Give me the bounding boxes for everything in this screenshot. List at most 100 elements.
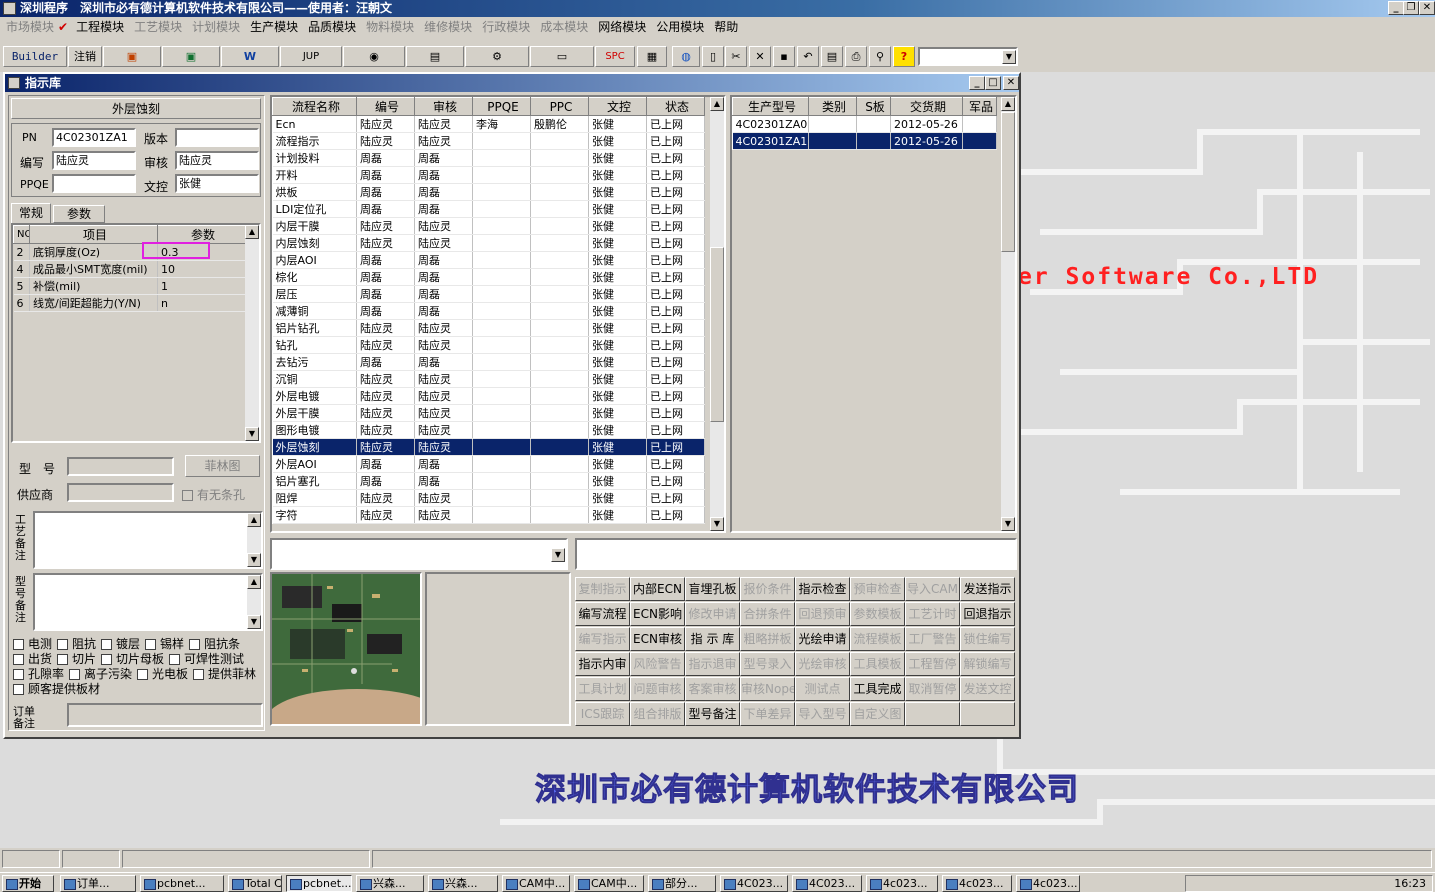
model-row[interactable]: 4C02301ZA1 2012-05-26 — [732, 132, 997, 150]
review-field[interactable]: 陆应灵 — [175, 151, 259, 170]
flow-row[interactable]: 外层电镀 陆应灵 陆应灵 张健 已上网 — [272, 387, 705, 405]
restore-button[interactable]: ❐ — [1403, 1, 1419, 15]
jup-button[interactable]: JUP — [280, 46, 342, 67]
toolbar-combo[interactable]: ▼ — [918, 47, 1018, 66]
menu-item-12[interactable]: 帮助 — [714, 20, 738, 34]
chevron-down-icon[interactable]: ▼ — [1002, 50, 1016, 64]
flow-row[interactable]: 字符 陆应灵 陆应灵 张健 已上网 — [272, 506, 705, 524]
checkbox-box[interactable] — [69, 669, 81, 680]
flow-row[interactable]: 内层干膜 陆应灵 陆应灵 张健 已上网 — [272, 217, 705, 235]
action-button[interactable]: 指示内审 — [575, 652, 630, 676]
order-note-field[interactable] — [67, 703, 263, 727]
flow-row[interactable]: 内层AOI 周磊 周磊 张健 已上网 — [272, 251, 705, 269]
action-button[interactable]: 审核Nope — [740, 677, 795, 701]
action-button[interactable]: ICS跟踪 — [575, 702, 630, 726]
checkbox-box[interactable] — [189, 639, 201, 650]
flow-row[interactable]: 计划投料 周磊 周磊 张健 已上网 — [272, 149, 705, 167]
option-checkbox[interactable]: 出货 — [13, 652, 52, 666]
flow-row[interactable]: 图形电镀 陆应灵 陆应灵 张健 已上网 — [272, 421, 705, 439]
supplier-field[interactable] — [67, 483, 174, 502]
param-row[interactable]: 5 补偿(mil) 1 — [13, 277, 246, 295]
col-item[interactable]: 项目 — [29, 225, 158, 244]
checkbox-box[interactable] — [145, 639, 157, 650]
menu-item-1[interactable]: 工程模块 — [76, 20, 124, 34]
action-button[interactable]: 取消暂停 — [905, 677, 960, 701]
word-icon[interactable]: W — [221, 46, 279, 67]
option-checkbox[interactable]: 顾客提供板材 — [13, 682, 100, 696]
craft-note-field[interactable]: ▲ ▼ — [33, 511, 263, 569]
taskbar-item[interactable]: 部分... — [648, 875, 716, 892]
flow-row[interactable]: 铝片塞孔 周磊 周磊 张健 已上网 — [272, 472, 705, 490]
scroll-up-icon[interactable]: ▲ — [247, 575, 261, 589]
scroll-down-icon[interactable]: ▼ — [710, 517, 724, 531]
find-icon[interactable]: ⚲ — [869, 46, 891, 67]
flow-row[interactable]: Ecn 陆应灵 陆应灵 李海 殷鹏伦 张健 已上网 — [272, 115, 705, 133]
flow-row[interactable]: 内层蚀刻 陆应灵 陆应灵 张健 已上网 — [272, 234, 705, 252]
flow-col-header[interactable]: PPC — [530, 97, 589, 116]
process-combo[interactable]: ▼ — [270, 538, 568, 570]
checkbox-box[interactable] — [101, 654, 113, 665]
menu-item-4[interactable]: 生产模块 — [250, 20, 298, 34]
powerpoint-icon[interactable]: ▣ — [103, 46, 161, 67]
cut-icon[interactable]: ✂ — [725, 46, 747, 67]
menu-item-3[interactable]: 计划模块 — [192, 20, 240, 34]
menu-item-5[interactable]: 品质模块 — [308, 20, 356, 34]
option-checkbox[interactable]: 阻抗 — [57, 637, 96, 651]
action-button[interactable]: 型号备注 — [685, 702, 740, 726]
undo-icon[interactable]: ↶ — [797, 46, 819, 67]
eye-icon[interactable]: ◉ — [343, 46, 405, 67]
tab-general[interactable]: 常规 — [11, 203, 51, 223]
action-button[interactable]: 下单差异 — [740, 702, 795, 726]
model-col-header[interactable]: 交货期 — [890, 97, 963, 116]
flow-row[interactable]: 减薄铜 周磊 周磊 张健 已上网 — [272, 302, 705, 320]
action-button[interactable]: 发送指示 — [960, 577, 1015, 601]
flow-row[interactable]: 棕化 周磊 周磊 张健 已上网 — [272, 268, 705, 286]
action-button[interactable]: 组合排版 — [630, 702, 685, 726]
delete-icon[interactable]: ✕ — [749, 46, 771, 67]
scroll-up-icon[interactable]: ▲ — [710, 97, 724, 111]
taskbar-item[interactable]: 兴森... — [428, 875, 498, 892]
action-button[interactable]: 解锁编写 — [960, 652, 1015, 676]
builder-button[interactable]: Builder — [3, 46, 67, 67]
action-button[interactable]: 光绘申请 — [795, 627, 850, 651]
network-icon[interactable]: ⚙ — [465, 46, 529, 67]
action-button[interactable]: 指 示 库 — [685, 627, 740, 651]
message-field[interactable] — [575, 538, 1017, 570]
action-button[interactable]: 测试点 — [795, 677, 850, 701]
action-button[interactable]: 复制指示 — [575, 577, 630, 601]
action-button[interactable]: 导入CAM — [905, 577, 960, 601]
help-icon[interactable]: ? — [893, 46, 915, 67]
checkbox-box[interactable] — [13, 684, 24, 695]
option-checkbox[interactable]: 提供菲林 — [193, 667, 256, 681]
action-button[interactable]: 工具完成 — [850, 677, 905, 701]
action-button[interactable]: 工具模板 — [850, 652, 905, 676]
flow-row[interactable]: LDI定位孔 周磊 周磊 张健 已上网 — [272, 200, 705, 218]
flow-col-header[interactable]: 编号 — [356, 97, 415, 116]
taskbar-item[interactable]: 4c023... — [942, 875, 1012, 892]
menu-item-6[interactable]: 物料模块 — [366, 20, 414, 34]
close-button[interactable]: ✕ — [1419, 1, 1435, 15]
flow-row[interactable]: 开料 周磊 周磊 张健 已上网 — [272, 166, 705, 184]
flow-col-header[interactable]: 状态 — [646, 97, 705, 116]
taskbar-item[interactable]: CAM中... — [574, 875, 644, 892]
action-button[interactable]: 粗略拼板 — [740, 627, 795, 651]
checkbox-box[interactable] — [57, 639, 69, 650]
flow-col-header[interactable]: 流程名称 — [272, 97, 357, 116]
ppqe-field[interactable] — [52, 174, 136, 193]
taskbar-item[interactable]: 4C023... — [792, 875, 862, 892]
globe-icon[interactable]: ◍ — [672, 46, 700, 67]
action-button[interactable]: 回退指示 — [960, 602, 1015, 626]
col-no[interactable]: NO — [13, 225, 30, 244]
action-button[interactable]: 参数模板 — [850, 602, 905, 626]
model-col-header[interactable]: S板 — [856, 97, 891, 116]
logout-button[interactable]: 注销 — [68, 46, 102, 67]
flow-scrollbar[interactable]: ▲ ▼ — [710, 97, 724, 531]
menu-item-9[interactable]: 成本模块 — [540, 20, 588, 34]
action-button[interactable]: 客案审核 — [685, 677, 740, 701]
action-button[interactable]: 光绘审核 — [795, 652, 850, 676]
param-row[interactable]: 2 底铜厚度(Oz) 0.3 — [13, 243, 246, 261]
author-field[interactable]: 陆应灵 — [52, 151, 136, 170]
param-value[interactable]: 10 — [157, 260, 246, 278]
version-field[interactable] — [175, 128, 259, 147]
action-button[interactable]: 工厂警告 — [905, 627, 960, 651]
